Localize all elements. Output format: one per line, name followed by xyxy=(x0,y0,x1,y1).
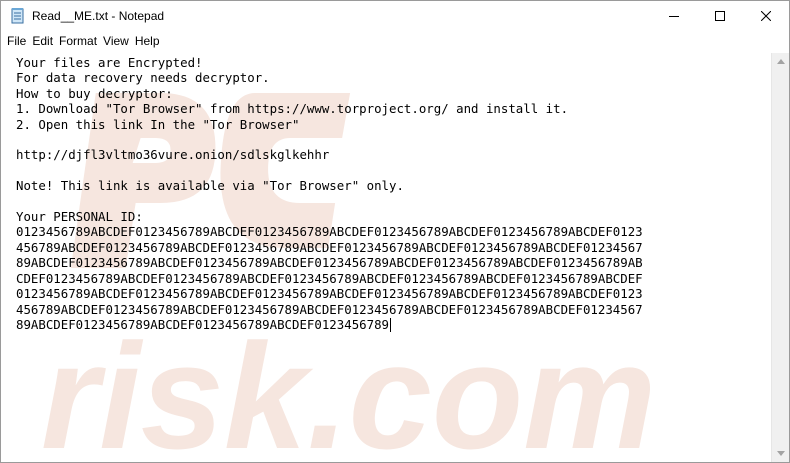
text-line: 2. Open this link In the "Tor Browser" xyxy=(16,116,300,132)
chevron-up-icon xyxy=(776,59,785,64)
close-button[interactable] xyxy=(743,1,789,31)
vertical-scrollbar[interactable] xyxy=(771,53,789,462)
text-line: 89ABCDEF0123456789ABCDEF0123456789ABCDEF… xyxy=(16,316,389,332)
close-icon xyxy=(761,11,771,21)
text-line: Your files are Encrypted! xyxy=(16,55,203,70)
text-line: 0123456789ABCDEF0123456789ABCDEF01234567… xyxy=(16,286,643,302)
text-line: 1. Download "Tor Browser" from https://w… xyxy=(16,101,569,117)
chevron-down-icon xyxy=(776,451,785,456)
document-text[interactable]: Your files are Encrypted! For data recov… xyxy=(1,53,771,332)
notepad-icon xyxy=(10,8,26,24)
text-line: Your PERSONAL ID: xyxy=(16,209,143,225)
maximize-icon xyxy=(715,11,725,21)
menu-bar: File Edit Format View Help xyxy=(1,31,789,51)
scroll-down-arrow[interactable] xyxy=(772,445,789,462)
menu-help[interactable]: Help xyxy=(132,31,163,51)
text-line: http://djfl3vltmo36vure.onion/sdlskglkeh… xyxy=(16,147,330,163)
menu-edit[interactable]: Edit xyxy=(29,31,56,51)
text-line: 0123456789ABCDEF0123456789ABCDEF01234567… xyxy=(16,224,643,240)
notepad-window: Read__ME.txt - Notepad File Edit Format … xyxy=(0,0,790,463)
text-line: For data recovery needs decryptor. xyxy=(16,70,270,86)
minimize-icon xyxy=(669,16,679,17)
text-line: Note! This link is available via "Tor Br… xyxy=(16,178,404,194)
scroll-up-arrow[interactable] xyxy=(772,53,789,70)
text-line: 89ABCDEF0123456789ABCDEF0123456789ABCDEF… xyxy=(16,255,643,271)
menu-file[interactable]: File xyxy=(4,31,29,51)
text-line: CDEF0123456789ABCDEF0123456789ABCDEF0123… xyxy=(16,270,643,286)
title-bar[interactable]: Read__ME.txt - Notepad xyxy=(1,1,789,31)
window-title: Read__ME.txt - Notepad xyxy=(32,9,165,23)
text-caret xyxy=(390,317,391,332)
text-line: How to buy decryptor: xyxy=(16,85,173,101)
text-line: 456789ABCDEF0123456789ABCDEF0123456789AB… xyxy=(16,239,643,255)
watermark-text: risk.com xyxy=(41,312,656,462)
text-line: 456789ABCDEF0123456789ABCDEF0123456789AB… xyxy=(16,301,643,317)
maximize-button[interactable] xyxy=(697,1,743,31)
minimize-button[interactable] xyxy=(651,1,697,31)
text-editor[interactable]: risk.com Your files are Encrypted! For d… xyxy=(1,53,771,462)
menu-view[interactable]: View xyxy=(100,31,132,51)
menu-format[interactable]: Format xyxy=(56,31,100,51)
